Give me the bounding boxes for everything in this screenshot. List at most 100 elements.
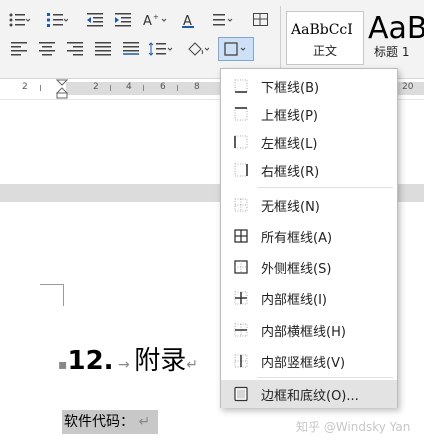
ruler-mark: 2 bbox=[93, 82, 99, 92]
ribbon-separator bbox=[280, 6, 281, 70]
menu-item-label: 无框线(N) bbox=[261, 199, 320, 215]
svg-text:A: A bbox=[143, 14, 152, 28]
top-border-icon bbox=[234, 107, 248, 121]
bullet-list-icon bbox=[9, 13, 30, 27]
style-heading-1-sample: AaB bbox=[368, 11, 424, 46]
paragraph-spacing-button[interactable] bbox=[146, 38, 176, 60]
ruler-tick bbox=[143, 85, 144, 91]
ruler-tick bbox=[110, 85, 111, 91]
increase-indent-icon bbox=[115, 13, 131, 27]
style-normal[interactable]: AaBbCcI 正文 bbox=[286, 11, 364, 65]
justify-button[interactable] bbox=[88, 38, 118, 60]
no-border-icon bbox=[234, 198, 248, 212]
paragraph-spacing-icon bbox=[148, 42, 173, 56]
align-left-icon bbox=[11, 42, 27, 56]
change-case-button[interactable]: A + bbox=[140, 9, 170, 31]
menu-item-left-border[interactable]: 左框线(L) bbox=[221, 128, 397, 156]
line-spacing-icon bbox=[213, 14, 233, 26]
table-icon bbox=[253, 13, 268, 26]
ruler-mark: 6 bbox=[160, 82, 166, 92]
ruler-tick bbox=[177, 85, 178, 91]
style-heading-1-name: 标题 1 bbox=[374, 45, 410, 59]
page-corner-mark bbox=[63, 284, 64, 306]
style-normal-name: 正文 bbox=[312, 44, 337, 58]
line-spacing-shortcut-button[interactable] bbox=[208, 9, 238, 31]
align-left-button[interactable] bbox=[4, 38, 34, 60]
align-center-button[interactable] bbox=[32, 38, 62, 60]
menu-item-label: 边框和底纹(O)... bbox=[261, 388, 359, 404]
borders-and-shading-icon bbox=[234, 386, 248, 402]
numbering-button[interactable] bbox=[42, 9, 72, 31]
justify-icon bbox=[95, 42, 111, 56]
shading-button[interactable] bbox=[184, 38, 214, 60]
border-icon bbox=[224, 42, 246, 56]
menu-item-label: 内部竖框线(V) bbox=[261, 355, 346, 371]
indent-marker-icon[interactable] bbox=[56, 79, 68, 99]
ruler-mark: 2 bbox=[22, 82, 28, 92]
tab-marker-icon: → bbox=[113, 357, 135, 373]
character-border-icon: A bbox=[182, 14, 194, 28]
ruler-tick bbox=[40, 85, 41, 91]
menu-item-no-border[interactable]: 无框线(N) bbox=[221, 191, 397, 219]
svg-text:A: A bbox=[183, 14, 192, 28]
change-case-icon: A + bbox=[143, 13, 167, 28]
paint-bucket-icon bbox=[188, 42, 210, 56]
style-normal-sample: AaBbCcI bbox=[291, 22, 353, 38]
menu-separator bbox=[257, 187, 393, 188]
increase-indent-button[interactable] bbox=[108, 9, 138, 31]
menu-item-bottom-border[interactable]: 下框线(B) bbox=[221, 72, 397, 100]
menu-item-inside-horizontal-border[interactable]: 内部横框线(H) bbox=[221, 316, 397, 344]
inside-horizontal-border-icon bbox=[234, 323, 248, 337]
heading-marker-icon: ▪ bbox=[58, 357, 68, 373]
paragraph-mark-icon: ↵ bbox=[134, 414, 151, 430]
ruler-mark: 20 bbox=[402, 82, 414, 92]
menu-item-all-borders[interactable]: 所有框线(A) bbox=[221, 222, 397, 250]
menu-item-label: 上框线(P) bbox=[261, 108, 318, 124]
borders-dropdown-menu: 下框线(B) 上框线(P) 左框线(L) 右框线(R) 无框线(N) 所有框线(… bbox=[220, 68, 398, 408]
heading-appendix[interactable]: ▪12. → 附录↵ bbox=[58, 340, 198, 377]
menu-item-borders-and-shading[interactable]: 边框和底纹(O)... bbox=[221, 380, 397, 408]
numbered-list-icon bbox=[47, 13, 68, 27]
distribute-button[interactable] bbox=[116, 38, 146, 60]
distribute-icon bbox=[123, 42, 139, 55]
menu-item-outside-borders[interactable]: 外侧框线(S) bbox=[221, 253, 397, 281]
menu-item-label: 右框线(R) bbox=[261, 164, 320, 180]
align-right-button[interactable] bbox=[60, 38, 90, 60]
borders-dropdown-button[interactable] bbox=[218, 37, 254, 61]
menu-item-label: 所有框线(A) bbox=[261, 230, 333, 246]
bottom-border-icon bbox=[234, 79, 248, 93]
menu-item-top-border[interactable]: 上框线(P) bbox=[221, 100, 397, 128]
inside-vertical-border-icon bbox=[234, 354, 248, 368]
decrease-indent-icon bbox=[87, 13, 103, 27]
menu-item-label: 外侧框线(S) bbox=[261, 261, 332, 277]
align-center-icon bbox=[39, 42, 55, 56]
heading-title: 附录 bbox=[134, 346, 187, 376]
ruler-mark: 4 bbox=[126, 82, 132, 92]
menu-item-label: 内部横框线(H) bbox=[261, 324, 346, 340]
menu-item-label: 下框线(B) bbox=[261, 80, 320, 96]
code-label-text: 软件代码： bbox=[64, 414, 134, 430]
inside-borders-icon bbox=[234, 291, 248, 305]
right-border-icon bbox=[234, 163, 248, 177]
align-right-icon bbox=[67, 42, 83, 56]
menu-item-inside-vertical-border[interactable]: 内部竖框线(V) bbox=[221, 347, 397, 375]
left-border-icon bbox=[234, 135, 248, 149]
code-label-line[interactable]: 软件代码： ↵ bbox=[62, 410, 159, 434]
menu-separator bbox=[257, 377, 393, 378]
menu-item-label: 内部框线(I) bbox=[261, 292, 327, 308]
menu-item-right-border[interactable]: 右框线(R) bbox=[221, 156, 397, 184]
watermark: 知乎 @Windsky Yan bbox=[296, 420, 411, 434]
ruler-mark: 8 bbox=[194, 82, 200, 92]
svg-text:+: + bbox=[153, 13, 159, 21]
menu-item-inside-borders[interactable]: 内部框线(I) bbox=[221, 284, 397, 312]
outside-borders-icon bbox=[234, 260, 248, 274]
bullets-button[interactable] bbox=[4, 9, 34, 31]
decrease-indent-button[interactable] bbox=[80, 9, 110, 31]
style-heading-1[interactable]: AaB 标题 1 bbox=[366, 11, 424, 65]
character-border-button[interactable]: A bbox=[176, 9, 206, 31]
paragraph-mark-icon: ↵ bbox=[186, 357, 198, 373]
all-borders-icon bbox=[234, 229, 248, 243]
page-corner-mark bbox=[40, 284, 64, 285]
heading-number: 12. bbox=[67, 346, 114, 376]
table-insert-button[interactable] bbox=[246, 9, 276, 31]
